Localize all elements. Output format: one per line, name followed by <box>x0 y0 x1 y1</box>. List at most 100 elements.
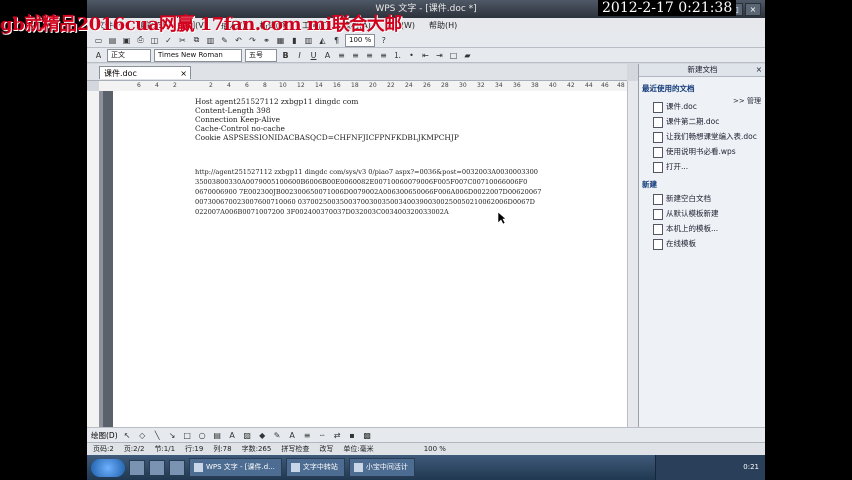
3d-icon[interactable]: ▩ <box>362 430 373 441</box>
draw-menu-button[interactable]: 绘图(D) <box>91 430 118 441</box>
vertical-scrollbar[interactable] <box>627 81 638 427</box>
document-tab-bar: 课件.doc × <box>87 64 627 81</box>
system-tray: 0:21 <box>655 455 765 480</box>
styles-icon[interactable]: A <box>93 50 104 61</box>
close-pane-icon[interactable]: × <box>756 64 762 76</box>
align-right-icon[interactable]: ≡ <box>364 50 375 61</box>
hyperlink-icon[interactable]: ⚭ <box>261 35 272 46</box>
windows-taskbar: WPS 文字 - [课件.d... 文字中转站 小宝中间活计 0:21 <box>87 455 765 480</box>
open-icon[interactable]: ▤ <box>107 35 118 46</box>
close-tab-icon[interactable]: × <box>180 67 187 80</box>
justify-icon[interactable]: ≡ <box>378 50 389 61</box>
undo-icon[interactable]: ↶ <box>233 35 244 46</box>
ruler-mark: 24 <box>405 82 413 89</box>
font-color-icon[interactable]: A <box>322 50 333 61</box>
show-marks-icon[interactable]: ¶ <box>331 35 342 46</box>
spellcheck-icon[interactable]: ✓ <box>163 35 174 46</box>
shadow-icon[interactable]: ▪ <box>347 430 358 441</box>
bold-icon[interactable]: B <box>280 50 291 61</box>
ruler-mark: 28 <box>441 82 449 89</box>
document-page[interactable]: Host agent251527112 zxbgp11 dingdc com C… <box>113 91 627 427</box>
document-icon <box>653 102 663 113</box>
open-file-item[interactable]: 打开... <box>639 160 765 175</box>
align-center-icon[interactable]: ≡ <box>350 50 361 61</box>
ruler-mark: 18 <box>351 82 359 89</box>
document-icon <box>653 147 663 158</box>
italic-icon[interactable]: I <box>294 50 305 61</box>
quicklaunch-browser-icon[interactable] <box>149 459 165 476</box>
save-icon[interactable]: ▣ <box>121 35 132 46</box>
line-color-icon[interactable]: ✎ <box>272 430 283 441</box>
status-spell[interactable]: 拼写检查 <box>281 443 309 455</box>
select-arrow-icon[interactable]: ↖ <box>122 430 133 441</box>
ruler-mark: 44 <box>585 82 593 89</box>
taskbar-app-other[interactable]: 小宝中间活计 <box>348 458 415 477</box>
line-icon[interactable]: ╲ <box>152 430 163 441</box>
status-unit[interactable]: 单位:毫米 <box>343 443 373 455</box>
arrow-style-icon[interactable]: ⇄ <box>332 430 343 441</box>
taskbar-app-wps[interactable]: WPS 文字 - [课件.d... <box>189 458 282 477</box>
close-button[interactable]: × <box>745 3 761 16</box>
rectangle-icon[interactable]: □ <box>182 430 193 441</box>
underline-icon[interactable]: U <box>308 50 319 61</box>
ruler-mark: 40 <box>549 82 557 89</box>
status-zoom[interactable]: 100 % <box>424 443 446 455</box>
oval-icon[interactable]: ○ <box>197 430 208 441</box>
redo-icon[interactable]: ↷ <box>247 35 258 46</box>
align-left-icon[interactable]: ≡ <box>336 50 347 61</box>
status-page: 页码:2 <box>93 445 114 453</box>
textbox-icon[interactable]: ▤ <box>212 430 223 441</box>
help-icon[interactable]: ? <box>378 35 389 46</box>
bullets-icon[interactable]: • <box>406 50 417 61</box>
new-doc-icon[interactable]: ▭ <box>93 35 104 46</box>
font-color-icon-2[interactable]: A <box>287 430 298 441</box>
manage-link[interactable]: >> 管理 <box>733 96 761 106</box>
copy-icon[interactable]: ⧉ <box>191 35 202 46</box>
columns-icon[interactable]: ▥ <box>303 35 314 46</box>
format-toolbar: A 正文 Times New Roman 五号 B I U A ≡ ≡ ≡ ≡ … <box>87 48 765 63</box>
picture-icon[interactable]: ▨ <box>242 430 253 441</box>
ruler-mark: 42 <box>567 82 575 89</box>
print-icon[interactable]: ⎙ <box>135 35 146 46</box>
chart-icon[interactable]: ▮ <box>289 35 300 46</box>
autoshapes-icon[interactable]: ◇ <box>137 430 148 441</box>
menu-help[interactable]: 帮助(H) <box>429 18 457 33</box>
cut-icon[interactable]: ✂ <box>177 35 188 46</box>
new-from-template-item[interactable]: 从默认模板新建 <box>639 207 765 222</box>
border-icon[interactable]: □ <box>448 50 459 61</box>
preview-icon[interactable]: ◫ <box>149 35 160 46</box>
status-chars[interactable]: 字数:265 <box>242 443 272 455</box>
recent-doc-item[interactable]: 让我们畅想课堂编入表.doc <box>639 130 765 145</box>
recent-doc-item[interactable]: 课件第二期.doc <box>639 115 765 130</box>
format-painter-icon[interactable]: ✎ <box>219 35 230 46</box>
paste-icon[interactable]: ▥ <box>205 35 216 46</box>
status-mode[interactable]: 改写 <box>319 443 333 455</box>
numbering-icon[interactable]: ⒈ <box>392 50 403 61</box>
font-select[interactable]: Times New Roman <box>154 48 242 62</box>
fill-color-icon[interactable]: ◆ <box>257 430 268 441</box>
recent-doc-item[interactable]: 使用说明书必看.wps <box>639 145 765 160</box>
folder-icon <box>653 162 663 173</box>
outdent-icon[interactable]: ⇤ <box>420 50 431 61</box>
http-header-text: Host agent251527112 zxbgp11 dingdc com C… <box>195 97 459 142</box>
table-icon[interactable]: ▦ <box>275 35 286 46</box>
indent-icon[interactable]: ⇥ <box>434 50 445 61</box>
taskbar-app-transfer[interactable]: 文字中转站 <box>285 458 345 477</box>
tray-clock[interactable]: 0:21 <box>743 463 759 471</box>
start-button[interactable] <box>91 458 125 477</box>
line-style-icon[interactable]: ≡ <box>302 430 313 441</box>
new-blank-item[interactable]: 新建空白文档 <box>639 192 765 207</box>
quicklaunch-desktop-icon[interactable] <box>129 459 145 476</box>
template-icon <box>653 224 663 235</box>
size-select[interactable]: 五号 <box>245 48 277 62</box>
drawing-icon[interactable]: ◭ <box>317 35 328 46</box>
style-select[interactable]: 正文 <box>107 48 151 62</box>
dash-style-icon[interactable]: ┄ <box>317 430 328 441</box>
arrow-icon[interactable]: ↘ <box>167 430 178 441</box>
tab-document[interactable]: 课件.doc × <box>99 66 191 79</box>
quicklaunch-explorer-icon[interactable] <box>169 459 185 476</box>
online-template-item[interactable]: 在线模板 <box>639 237 765 252</box>
local-template-item[interactable]: 本机上的模板... <box>639 222 765 237</box>
wordart-icon[interactable]: A <box>227 430 238 441</box>
highlight-icon[interactable]: ▰ <box>462 50 473 61</box>
